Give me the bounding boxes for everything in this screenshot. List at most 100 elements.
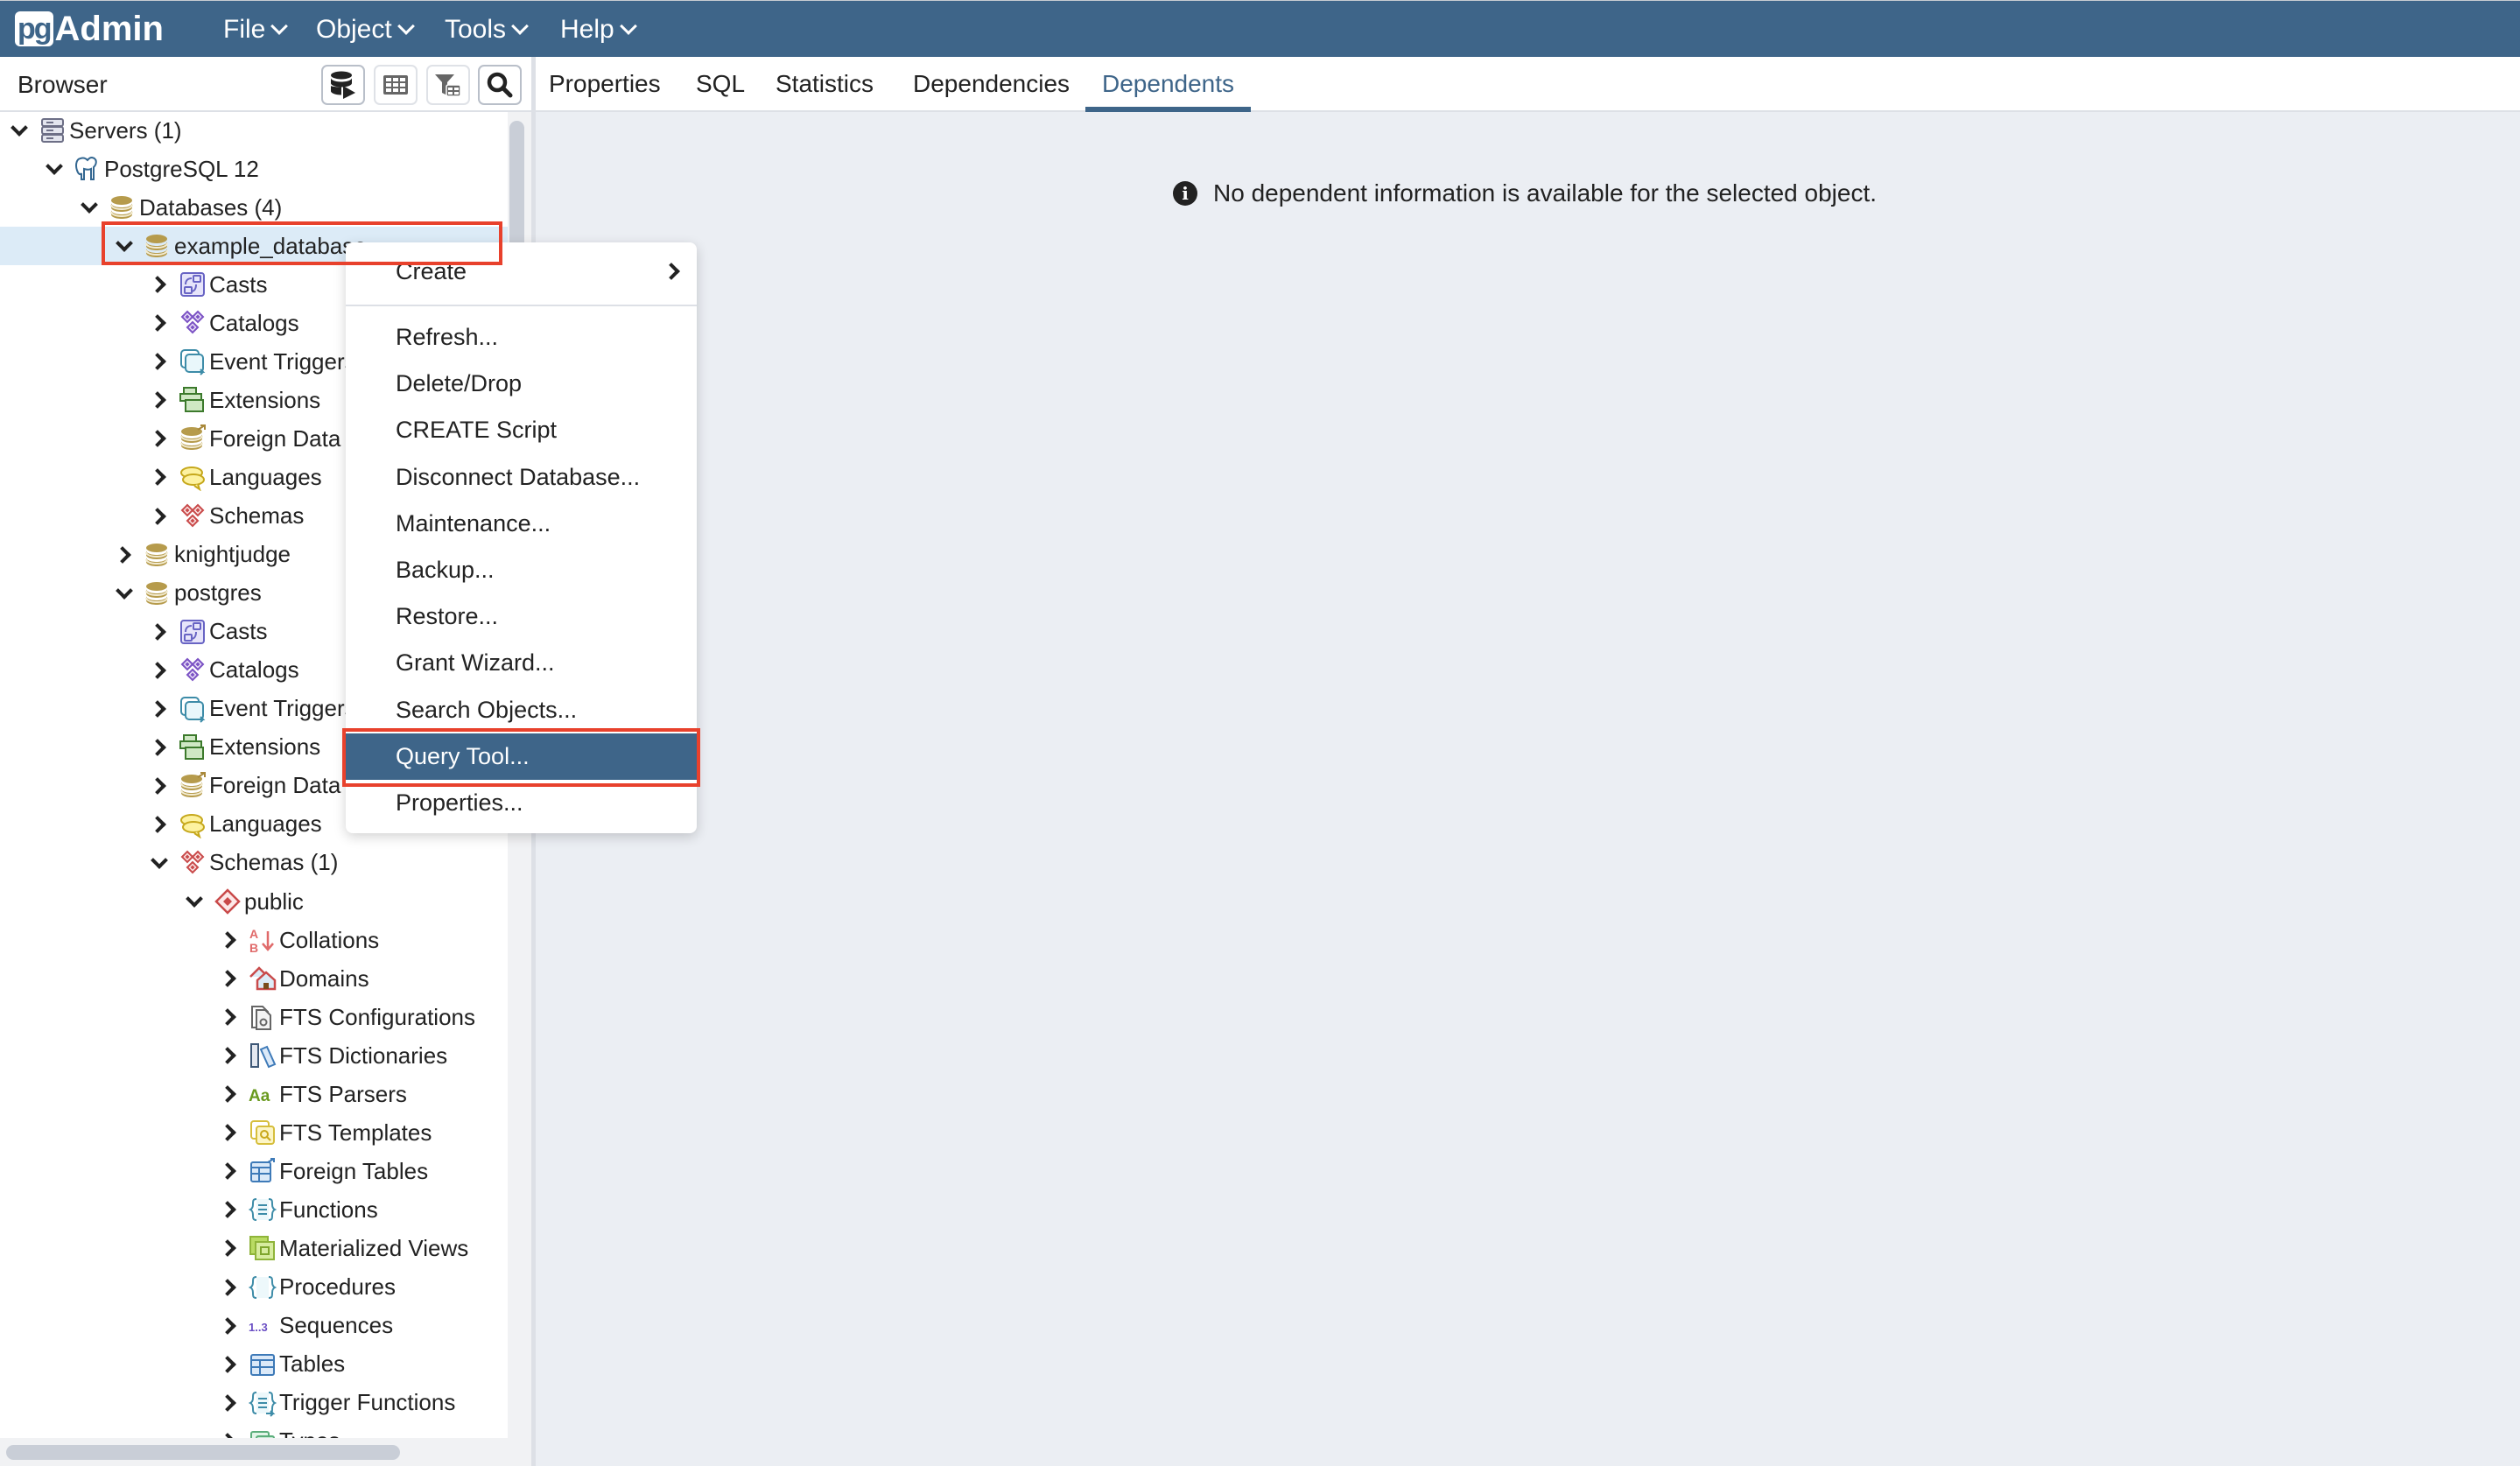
chevron-down-icon[interactable]	[116, 581, 133, 601]
tree-node[interactable]: FTS Configurations	[0, 998, 508, 1036]
menu-item-delete-drop[interactable]: Delete/Drop	[346, 361, 697, 407]
tree-node[interactable]: PostgreSQL 12	[0, 150, 508, 188]
chevron-right-icon[interactable]	[219, 1278, 237, 1296]
databases-icon	[109, 193, 137, 221]
tree-node[interactable]: FTS Dictionaries	[0, 1036, 508, 1075]
menu-help[interactable]: Help	[560, 1, 637, 58]
tree-node[interactable]: FTS Templates	[0, 1113, 508, 1152]
menu-item-create-script[interactable]: CREATE Script	[346, 407, 697, 453]
tab-sql[interactable]: SQL	[696, 57, 745, 110]
search-objects-button[interactable]	[478, 65, 522, 105]
menu-item-refresh[interactable]: Refresh...	[346, 314, 697, 361]
table-grid-icon	[383, 75, 408, 95]
chevron-down-icon[interactable]	[46, 158, 63, 177]
menu-item-search-objects[interactable]: Search Objects...	[346, 687, 697, 733]
schema-icon	[214, 887, 242, 915]
database-icon	[144, 541, 172, 569]
search-icon	[487, 72, 513, 98]
chevron-right-icon[interactable]	[149, 815, 167, 833]
tree-node[interactable]: public	[0, 882, 508, 921]
tree-node-label: Sequences	[279, 1312, 394, 1339]
chevron-right-icon[interactable]	[219, 1201, 237, 1219]
chevron-right-icon[interactable]	[149, 353, 167, 371]
tree-node[interactable]: Functions	[0, 1190, 508, 1229]
tree-node[interactable]: Schemas (1)	[0, 844, 508, 882]
tree-node[interactable]: Procedures	[0, 1268, 508, 1307]
tree-node[interactable]: Databases (4)	[0, 188, 508, 227]
menu-tools[interactable]: Tools	[445, 1, 529, 58]
chevron-right-icon[interactable]	[149, 661, 167, 679]
query-tool-button[interactable]	[321, 65, 365, 105]
chevron-right-icon[interactable]	[219, 1316, 237, 1335]
tab-dependents[interactable]: Dependents	[1102, 57, 1234, 110]
tree-horizontal-scrollbar[interactable]	[0, 1438, 508, 1466]
menu-object[interactable]: Object	[316, 1, 415, 58]
chevron-right-icon[interactable]	[219, 1162, 237, 1181]
filtered-rows-button[interactable]	[426, 65, 470, 105]
chevron-right-icon[interactable]	[149, 699, 167, 718]
catalogs-icon	[179, 656, 207, 684]
casts-icon	[179, 270, 207, 298]
chevron-down-icon[interactable]	[186, 890, 203, 909]
chevron-right-icon[interactable]	[149, 776, 167, 795]
chevron-right-icon[interactable]	[149, 468, 167, 487]
chevron-right-icon[interactable]	[149, 430, 167, 448]
tree-node[interactable]: Foreign Tables	[0, 1152, 508, 1190]
tree-node[interactable]: A B Collations	[0, 921, 508, 959]
chevron-right-icon[interactable]	[219, 1047, 237, 1065]
tree-node[interactable]: Tables	[0, 1345, 508, 1384]
chevron-right-icon[interactable]	[219, 931, 237, 949]
tree-node[interactable]: Domains	[0, 959, 508, 998]
tree-node-label: postgres	[174, 579, 262, 607]
tab-properties[interactable]: Properties	[549, 57, 661, 110]
tree-node-label: FTS Configurations	[279, 1003, 475, 1030]
tree-node[interactable]: Materialized Views	[0, 1229, 508, 1267]
extensions-icon	[179, 386, 207, 414]
foreign-data-wrappers-icon	[179, 424, 207, 452]
sequences-icon: 1..3	[249, 1312, 277, 1340]
menu-item-restore[interactable]: Restore...	[346, 593, 697, 640]
tab-dependencies[interactable]: Dependencies	[913, 57, 1070, 110]
chevron-right-icon[interactable]	[149, 276, 167, 294]
chevron-right-icon[interactable]	[149, 507, 167, 525]
menu-file[interactable]: File	[223, 1, 289, 58]
menu-item-grant-wizard[interactable]: Grant Wizard...	[346, 640, 697, 686]
view-data-button[interactable]	[374, 65, 418, 105]
chevron-down-icon[interactable]	[116, 235, 133, 254]
chevron-right-icon[interactable]	[114, 545, 132, 564]
chevron-right-icon[interactable]	[149, 391, 167, 410]
filter-table-icon	[435, 74, 461, 97]
chevron-right-icon[interactable]	[219, 1124, 237, 1142]
chevron-right-icon[interactable]	[149, 622, 167, 641]
chevron-right-icon[interactable]	[219, 1355, 237, 1373]
tree-node[interactable]: 1..3 Sequences	[0, 1307, 508, 1345]
chevron-right-icon[interactable]	[219, 1085, 237, 1104]
chevron-down-icon[interactable]	[81, 196, 98, 215]
scrollbar-thumb[interactable]	[6, 1445, 400, 1460]
tree-node-label: Procedures	[279, 1273, 396, 1300]
chevron-down-icon[interactable]	[151, 852, 168, 871]
chevron-right-icon[interactable]	[149, 314, 167, 333]
tree-node[interactable]: Aa FTS Parsers	[0, 1075, 508, 1113]
menu-item-disconnect-database[interactable]: Disconnect Database...	[346, 454, 697, 501]
menu-item-maintenance[interactable]: Maintenance...	[346, 501, 697, 547]
menu-item-query-tool[interactable]: Query Tool...	[346, 733, 697, 780]
database-icon	[144, 232, 172, 260]
tree-node[interactable]: Servers (1)	[0, 112, 508, 150]
menu-item-create[interactable]: Create	[346, 249, 697, 295]
menu-item-properties[interactable]: Properties...	[346, 780, 697, 826]
chevron-right-icon[interactable]	[149, 738, 167, 756]
tree-node-label: FTS Templates	[279, 1119, 432, 1146]
chevron-right-icon[interactable]	[219, 1008, 237, 1027]
chevron-right-icon[interactable]	[219, 1393, 237, 1412]
menu-item-label: CREATE Script	[396, 417, 558, 443]
tree-node[interactable]: Types	[0, 1422, 508, 1438]
chevron-right-icon[interactable]	[219, 970, 237, 987]
top-navbar: pg Admin File Object Tools Help	[0, 0, 2520, 57]
menu-item-backup[interactable]: Backup...	[346, 547, 697, 593]
menu-divider	[346, 305, 697, 306]
chevron-down-icon[interactable]	[11, 119, 28, 138]
tab-statistics[interactable]: Statistics	[776, 57, 874, 110]
chevron-right-icon[interactable]	[219, 1239, 237, 1258]
tree-node[interactable]: Trigger Functions	[0, 1384, 508, 1422]
